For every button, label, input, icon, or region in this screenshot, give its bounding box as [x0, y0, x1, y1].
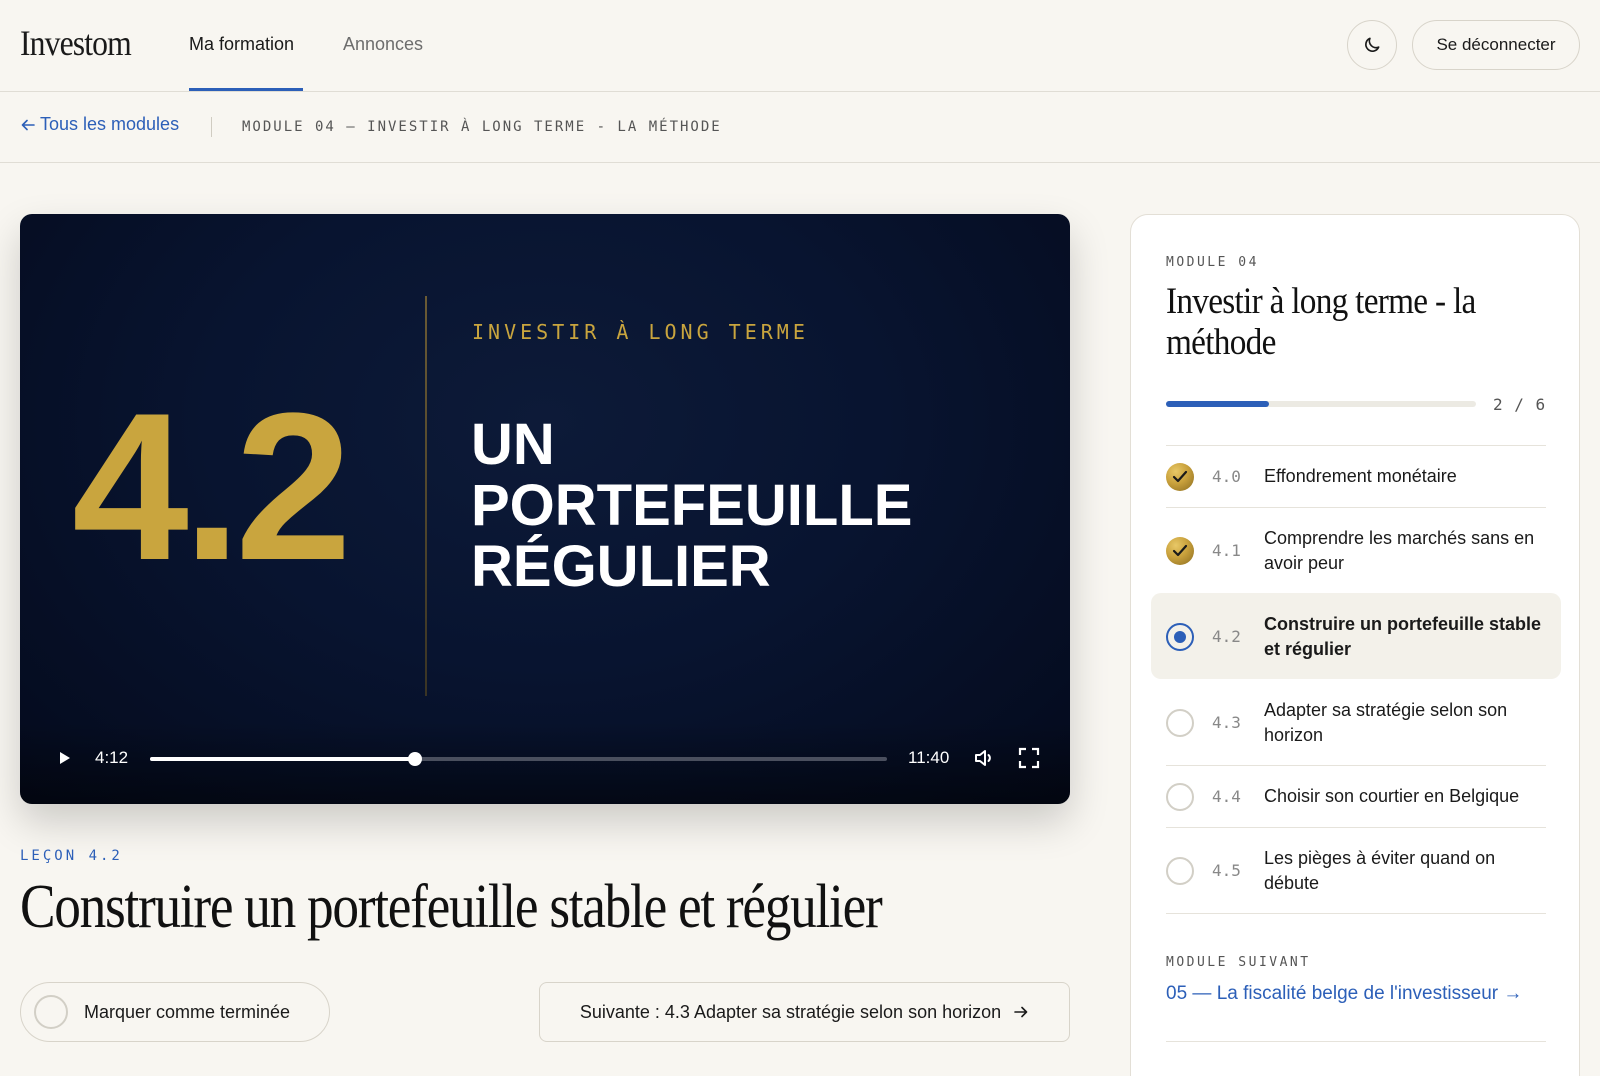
next-module-kicker: MODULE SUIVANT — [1166, 955, 1311, 970]
mark-complete-label: Marquer comme terminée — [84, 1002, 291, 1022]
video-title-line: RÉGULIER — [471, 534, 771, 599]
video-seek-handle[interactable] — [408, 752, 423, 766]
breadcrumb-divider — [211, 117, 212, 137]
lesson-label: Les pièges à éviter quand on débute — [1264, 847, 1496, 893]
video-current-time: 4:12 — [95, 748, 129, 767]
fullscreen-icon[interactable] — [1017, 746, 1041, 770]
lesson-item-4-0[interactable]: 4.0 Effondrement monétaire — [1166, 445, 1546, 507]
lesson-label: Adapter sa stratégie selon son horizon — [1264, 699, 1508, 745]
sidebar-module-title: Investir à long terme - la méthode — [1166, 281, 1476, 363]
video-title-line: PORTEFEUILLE — [471, 473, 913, 538]
app-logo[interactable]: Investom — [20, 22, 132, 64]
arrow-left-icon — [21, 119, 35, 130]
video-kicker: INVESTIR À LONG TERME — [472, 320, 809, 344]
arrow-right-icon — [1014, 1006, 1028, 1018]
lesson-item-4-4[interactable]: 4.4 Choisir son courtier en Belgique — [1166, 765, 1546, 827]
pending-circle-icon — [1166, 708, 1194, 737]
lesson-title: Construire un portefeuille stable et rég… — [20, 873, 883, 941]
pending-circle-icon — [1166, 856, 1194, 885]
lesson-list-end-divider — [1166, 913, 1546, 914]
volume-icon[interactable] — [972, 746, 996, 770]
check-icon — [1166, 462, 1194, 491]
pending-circle-icon — [1166, 782, 1194, 811]
nav-active-indicator — [189, 88, 303, 91]
module-progress-count: 2 / 6 — [1493, 395, 1547, 414]
top-navigation-bar: Investom Ma formation Annonces Se déconn… — [0, 0, 1600, 92]
next-lesson-label: Suivante : 4.3 Adapter sa stratégie selo… — [579, 1001, 1002, 1022]
sidebar-divider — [1166, 1041, 1546, 1042]
video-total-time: 11:40 — [908, 748, 950, 767]
lesson-label: Choisir son courtier en Belgique — [1264, 786, 1520, 806]
back-to-modules-link[interactable]: Tous les modules — [20, 114, 179, 135]
mark-complete-checkbox — [34, 995, 68, 1029]
module-progress-fill — [1166, 401, 1270, 407]
current-lesson-icon — [1166, 622, 1194, 651]
next-lesson-button[interactable]: Suivante : 4.3 Adapter sa stratégie selo… — [539, 982, 1070, 1042]
nav-ma-formation[interactable]: Ma formation — [189, 34, 294, 55]
video-title-line: UN — [471, 412, 555, 477]
lesson-label: Construire un portefeuille stable et rég… — [1264, 613, 1542, 659]
lesson-item-4-2[interactable]: 4.2 Construire un portefeuille stable et … — [1151, 593, 1561, 679]
play-icon[interactable] — [54, 748, 74, 768]
module-progress-bar — [1166, 401, 1476, 407]
back-link-label: Tous les modules — [40, 114, 180, 134]
lesson-number: 4.5 — [1212, 861, 1241, 880]
lesson-label: Effondrement monétaire — [1264, 466, 1457, 486]
video-title: UN PORTEFEUILLE RÉGULIER — [471, 414, 991, 597]
moon-icon — [1365, 37, 1380, 52]
breadcrumb: Tous les modules MODULE 04 — INVESTIR À … — [0, 92, 1600, 163]
lesson-number: 4.3 — [1212, 713, 1241, 732]
next-module-link[interactable]: 05 — La fiscalité belge de l'investisseu… — [1166, 983, 1522, 1005]
check-icon — [1166, 536, 1194, 565]
video-divider — [425, 296, 427, 696]
lesson-number: 4.4 — [1212, 787, 1241, 806]
logout-button[interactable]: Se déconnecter — [1412, 20, 1580, 70]
video-seek-progress — [150, 757, 416, 761]
breadcrumb-module: MODULE 04 — INVESTIR À LONG TERME - LA M… — [242, 119, 722, 135]
video-lesson-number: 4.2 — [72, 369, 352, 604]
lesson-label: Comprendre les marchés sans en avoir peu… — [1264, 527, 1535, 573]
lesson-number: 4.2 — [1212, 627, 1241, 646]
video-controls: 4:12 11:40 — [20, 722, 1070, 804]
video-player[interactable]: 4.2 INVESTIR À LONG TERME UN PORTEFEUILL… — [20, 214, 1070, 804]
theme-toggle-button[interactable] — [1347, 20, 1397, 70]
lesson-list: 4.0 Effondrement monétaire 4.1 Comprendre l… — [1151, 445, 1561, 914]
video-seek-bar[interactable] — [150, 752, 887, 766]
lesson-number: 4.0 — [1212, 467, 1241, 486]
lesson-item-4-3[interactable]: 4.3 Adapter sa stratégie selon son horizo… — [1166, 679, 1546, 765]
lesson-kicker: LEÇON 4.2 — [20, 848, 123, 864]
lesson-item-4-1[interactable]: 4.1 Comprendre les marchés sans en avoir … — [1166, 507, 1546, 593]
mark-complete-button[interactable]: Marquer comme terminée — [20, 982, 330, 1042]
module-sidebar: MODULE 04 Investir à long terme - la mét… — [1130, 214, 1580, 1076]
sidebar-module-kicker: MODULE 04 — [1166, 255, 1259, 270]
lesson-number: 4.1 — [1212, 541, 1241, 560]
lesson-item-4-5[interactable]: 4.5 Les pièges à éviter quand on débute — [1166, 827, 1546, 913]
nav-annonces[interactable]: Annonces — [343, 34, 423, 55]
